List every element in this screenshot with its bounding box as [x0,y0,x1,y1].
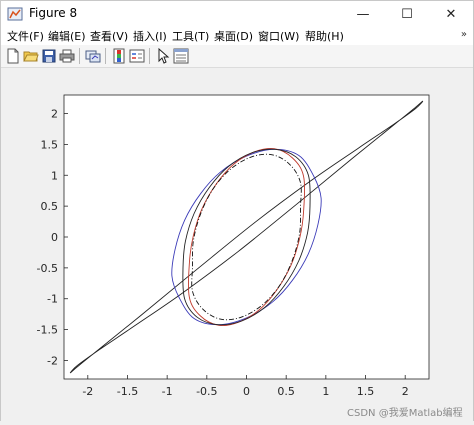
insert-legend-icon[interactable] [129,48,145,64]
x-tick-label: -1.5 [117,385,138,398]
y-tick-label: 1.5 [41,138,59,151]
close-button[interactable]: ✕ [429,1,473,27]
window-title: Figure 8 [29,6,78,20]
maximize-button[interactable]: ☐ [385,1,429,27]
toolbar-separator [79,48,80,64]
pointer-icon[interactable] [155,48,171,64]
menu-bar: 文件(F) 编辑(E) 查看(V) 插入(I) 工具(T) 桌面(D) 窗口(W… [1,27,473,45]
menu-view[interactable]: 查看(V) [90,28,128,44]
menu-help[interactable]: 帮助(H) [305,28,344,44]
menu-edit[interactable]: 编辑(E) [48,28,86,44]
figure-window: Figure 8 — ☐ ✕ 文件(F) 编辑(E) 查看(V) 插入(I) 工… [0,0,474,421]
y-tick-label: -1.5 [37,324,58,337]
toolbar-separator [149,48,150,64]
y-tick-label: -2 [47,354,58,367]
figure-toolbar [1,45,473,68]
x-tick-label: 0 [243,385,250,398]
open-file-icon[interactable] [23,48,39,64]
insert-colorbar-icon[interactable] [111,48,127,64]
figure-canvas: -2 -1.5 -1 -0.5 0 0.5 1 1.5 2 -2 -1.5 -1 -0.5 0 0.5 1 1.… [1,68,473,421]
menu-file[interactable]: 文件(F) [7,28,44,44]
ellipse-plot[interactable]: -2 -1.5 -1 -0.5 0 0.5 1 1.5 2 -2 -1.5 -1 -0.5 0 0.5 1 1.… [1,68,473,421]
save-icon[interactable] [41,48,57,64]
x-tick-label: -2 [82,385,93,398]
y-tick-label: 2 [51,108,58,121]
y-tick-label: -0.5 [37,262,58,275]
matlab-figure-icon [7,7,23,21]
x-tick-label: 0.5 [277,385,295,398]
close-icon: ✕ [445,6,457,22]
minimize-icon: — [356,6,370,22]
y-tick-label: -1 [47,293,58,306]
x-tick-label: -0.5 [196,385,217,398]
y-tick-label: 0 [51,231,58,244]
menu-tools[interactable]: 工具(T) [172,28,209,44]
title-bar[interactable]: Figure 8 — ☐ ✕ [1,1,473,27]
x-tick-label: 1 [322,385,329,398]
toolbar-separator [105,48,106,64]
menu-overflow-icon[interactable]: » [461,29,467,40]
print-icon[interactable] [59,48,75,64]
watermark-text: CSDN @我爱Matlab编程 [347,408,463,419]
property-inspector-icon[interactable] [173,48,189,64]
new-figure-icon[interactable] [5,48,21,64]
x-tick-label: 2 [402,385,409,398]
x-tick-label: -1 [162,385,173,398]
menu-insert[interactable]: 插入(I) [133,28,167,44]
minimize-button[interactable]: — [341,1,385,27]
maximize-icon: ☐ [401,6,413,22]
y-tick-label: 1 [51,169,58,182]
y-tick-label: 0.5 [41,200,59,213]
menu-desktop[interactable]: 桌面(D) [214,28,253,44]
menu-window[interactable]: 窗口(W) [258,28,299,44]
x-tick-label: 1.5 [357,385,375,398]
link-plot-icon[interactable] [85,48,101,64]
